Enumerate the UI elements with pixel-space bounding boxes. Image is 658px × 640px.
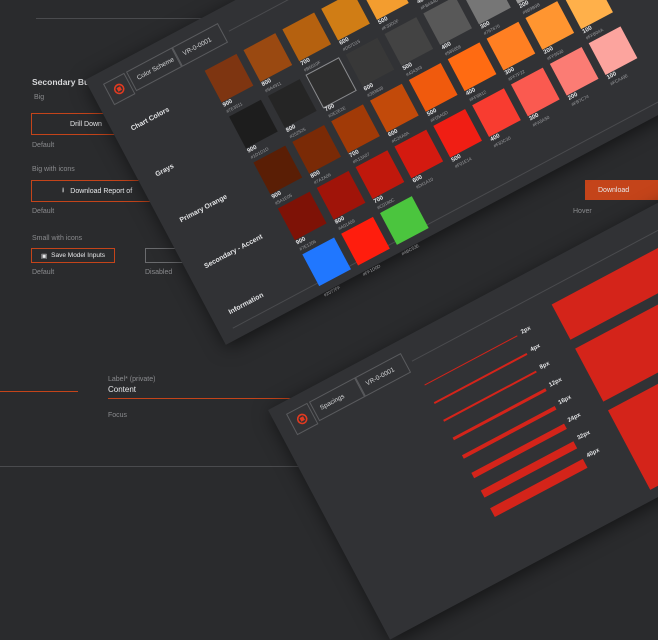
focus-label: Focus	[108, 412, 128, 419]
save-model-label: Save Model Inputs	[51, 252, 105, 259]
swatch-hex: #4BC53E	[400, 242, 421, 257]
big-label: Big	[34, 94, 45, 101]
default-label-1: Default	[32, 142, 55, 149]
spacing-label: 40px	[585, 447, 601, 460]
field-value[interactable]: Content	[108, 385, 136, 394]
spacing-label: 32px	[576, 429, 592, 442]
default-label-2: Default	[32, 208, 55, 215]
spacing-bar	[433, 352, 528, 404]
spacing-label: 4px	[529, 343, 542, 354]
spacing-label: 2px	[520, 325, 533, 336]
swatch-hex: #2077FF	[322, 284, 342, 298]
spacings-title: Spacings	[308, 377, 366, 422]
spacing-label: 24px	[567, 412, 582, 424]
download-icon: ⭳	[61, 186, 65, 194]
color-swatch[interactable]	[321, 0, 370, 41]
board-version: VR-0-0001	[171, 22, 229, 67]
download-report-label: Download Report of	[70, 187, 133, 195]
download-right-label: Download	[598, 186, 630, 194]
default-label-3: Default	[32, 269, 55, 276]
logo-icon-2	[296, 413, 308, 425]
spacing-bar	[443, 370, 537, 422]
logo-icon	[113, 83, 125, 95]
section-label: Secondary - Accent	[203, 233, 265, 271]
section-label: Grays	[154, 162, 176, 179]
swatch-hex: #FF1D0D	[361, 263, 382, 278]
color-swatch[interactable]	[423, 0, 473, 46]
save-model-inputs-button[interactable]: ▣ Save Model Inputs	[31, 248, 115, 263]
bottom-divider	[0, 466, 300, 467]
download-button-hover[interactable]: Download	[585, 180, 658, 200]
spacings-version: VR-0-0001	[354, 352, 412, 397]
disabled-label: Disabled	[145, 269, 173, 276]
orange-divider	[0, 391, 78, 392]
color-swatch[interactable]	[282, 12, 332, 62]
field-label: Label* (private)	[108, 376, 156, 383]
big-icons-label: Big with icons	[32, 166, 75, 173]
small-icons-label: Small with icons	[32, 235, 83, 242]
spacing-bar	[461, 405, 557, 459]
spacing-label: 16px	[557, 394, 573, 407]
spacing-bar	[424, 335, 518, 386]
save-icon: ▣	[41, 252, 48, 260]
section-label: Chart Colors	[130, 106, 171, 133]
field-underline	[108, 398, 298, 399]
board-title: Color Scheme	[125, 47, 183, 92]
color-swatch[interactable]	[564, 0, 613, 30]
spacing-label: 12px	[548, 376, 564, 389]
spacing-label: 8px	[538, 360, 551, 371]
color-swatch[interactable]	[204, 53, 254, 103]
spacing-bar	[452, 388, 547, 441]
color-swatch[interactable]	[243, 33, 293, 82]
section-label: Primary Orange	[178, 193, 229, 225]
hover-label: Hover	[573, 208, 592, 215]
